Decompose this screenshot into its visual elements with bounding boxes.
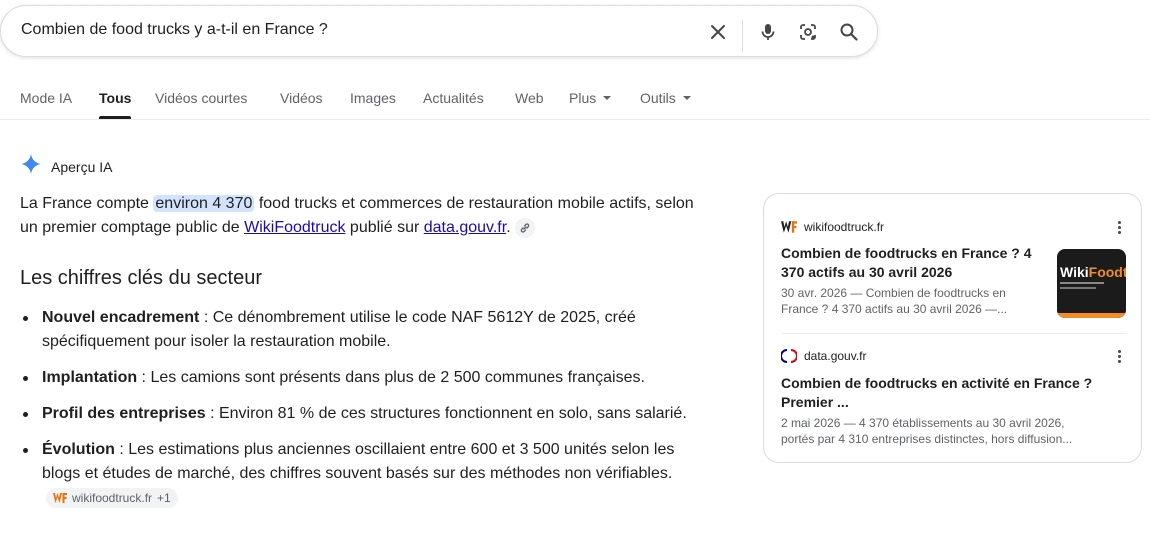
microphone-icon[interactable]	[756, 20, 780, 44]
card-divider	[781, 333, 1126, 334]
tab-tools[interactable]: Outils	[640, 90, 691, 106]
source-site[interactable]: wikifoodtruck.fr	[781, 219, 884, 235]
source-site-name: wikifoodtruck.fr	[804, 220, 885, 234]
source-chip[interactable]: wikifoodtruck.fr +1	[46, 487, 178, 508]
source-thumbnail[interactable]: WikiFoodtr	[1057, 249, 1126, 318]
clear-icon[interactable]	[706, 20, 730, 44]
intro-text: publié sur	[345, 219, 424, 236]
list-item: Nouvel encadrement : Ce dénombrement uti…	[20, 306, 690, 354]
tab-videos[interactable]: Vidéos	[280, 90, 323, 106]
key-figures-list: Nouvel encadrement : Ce dénombrement uti…	[20, 306, 690, 522]
intro-text: .	[506, 219, 511, 236]
list-item-text: : Les estimations plus anciennes oscilla…	[42, 441, 675, 482]
section-heading: Les chiffres clés du secteur	[20, 267, 262, 289]
wikifoodtruck-link[interactable]: WikiFoodtruck	[244, 219, 345, 236]
search-divider	[742, 20, 743, 52]
tab-images[interactable]: Images	[350, 90, 396, 106]
list-item-title: Implantation	[42, 369, 138, 386]
tab-more-label: Plus	[569, 90, 597, 106]
ai-overview-header: Aperçu IA	[20, 153, 112, 180]
dropdown-caret-icon	[603, 96, 612, 100]
source-site-name: data.gouv.fr	[804, 349, 867, 363]
dropdown-caret-icon	[682, 96, 691, 100]
source-snippet: 30 avr. 2026 — Combien de foodtrucks en …	[781, 286, 1008, 316]
lens-icon[interactable]	[796, 20, 820, 44]
list-item-text: : Environ 81 % de ces structures fonctio…	[205, 405, 687, 422]
source-title[interactable]: Combien de foodtrucks en activité en Fra…	[781, 374, 1111, 412]
datagouv-favicon-icon	[781, 348, 797, 364]
source-chip-label: wikifoodtruck.fr	[72, 490, 153, 505]
list-item-title: Profil des entreprises	[42, 405, 206, 422]
tab-web[interactable]: Web	[515, 90, 544, 106]
list-item: Profil des entreprises : Environ 81 % de…	[20, 402, 690, 426]
more-vert-icon[interactable]	[1117, 221, 1121, 234]
datagouv-link[interactable]: data.gouv.fr	[424, 219, 506, 236]
source-chip-count: +1	[157, 490, 171, 505]
source-title[interactable]: Combien de foodtrucks en France ? 4 370 …	[781, 244, 1043, 282]
list-item: Implantation : Les camions sont présents…	[20, 366, 690, 390]
more-vert-icon[interactable]	[1117, 350, 1121, 363]
list-item-title: Évolution	[42, 441, 115, 458]
thumbnail-text: WikiFoodtr	[1060, 264, 1126, 280]
source-snippet: 2 mai 2026 — 4 370 établissements au 30 …	[781, 416, 1073, 446]
link-icon[interactable]	[514, 217, 535, 238]
intro-text: La France compte	[20, 195, 154, 212]
tab-news[interactable]: Actualités	[423, 90, 484, 106]
ai-overview-label: Aperçu IA	[51, 158, 113, 175]
search-tabs: Mode IA Tous Vidéos courtes Vidéos Image…	[0, 80, 1150, 120]
ai-overview-intro: La France compte environ 4 370 food truc…	[20, 192, 710, 240]
tab-all[interactable]: Tous	[99, 90, 131, 106]
sources-card: wikifoodtruck.fr Combien de foodtrucks e…	[763, 193, 1142, 463]
search-input[interactable]: Combien de food trucks y a-t-il en Franc…	[21, 21, 328, 39]
list-item: Évolution : Les estimations plus ancienn…	[20, 438, 690, 510]
source-site[interactable]: data.gouv.fr	[781, 348, 866, 364]
search-box[interactable]: Combien de food trucks y a-t-il en Franc…	[0, 5, 878, 57]
wikifoodtruck-favicon-icon	[781, 219, 797, 235]
active-tab-indicator	[99, 116, 131, 119]
tab-tools-label: Outils	[640, 90, 676, 106]
tab-short-videos[interactable]: Vidéos courtes	[155, 90, 247, 106]
tab-ai-mode[interactable]: Mode IA	[20, 90, 72, 106]
gemini-sparkle-icon	[20, 153, 42, 180]
list-item-text: : Les camions sont présents dans plus de…	[137, 369, 645, 386]
list-item-title: Nouvel encadrement	[42, 309, 200, 326]
search-icon[interactable]	[837, 20, 861, 44]
highlighted-figure: environ 4 370	[153, 195, 255, 212]
wikifoodtruck-favicon-icon	[53, 492, 67, 503]
tab-more[interactable]: Plus	[569, 90, 612, 106]
